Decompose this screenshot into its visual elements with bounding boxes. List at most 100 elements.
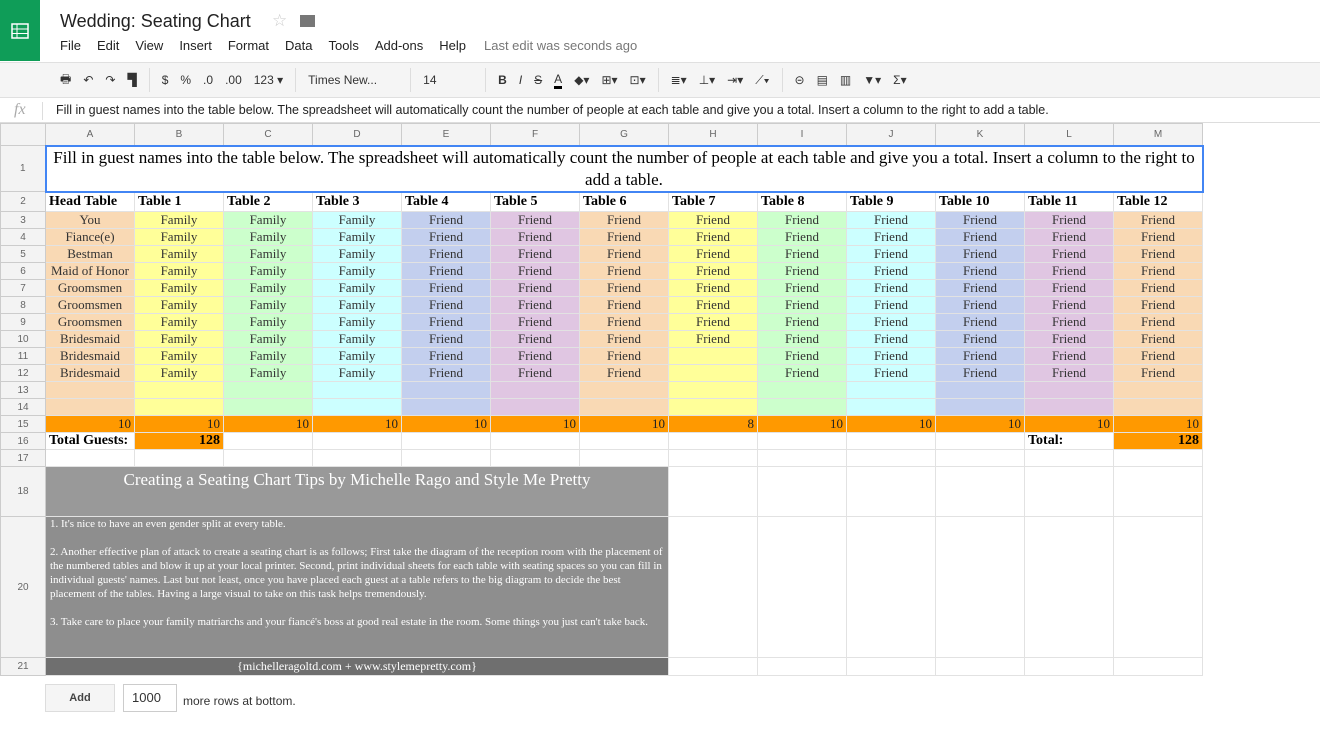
guest-cell[interactable] (668, 347, 758, 365)
guest-cell[interactable]: You (45, 211, 135, 229)
column-header-H[interactable]: H (668, 123, 758, 146)
guest-cell[interactable]: Family (223, 262, 313, 280)
italic-icon[interactable]: I (519, 73, 522, 87)
guest-cell[interactable] (401, 381, 491, 399)
row-header-18[interactable]: 18 (0, 466, 46, 517)
guest-cell[interactable]: Friend (935, 279, 1025, 297)
guest-cell[interactable]: Family (134, 245, 224, 263)
guest-cell[interactable] (935, 381, 1025, 399)
undo-icon[interactable]: ↶ (83, 73, 93, 87)
guest-cell[interactable]: Groomsmen (45, 296, 135, 314)
column-header-F[interactable]: F (490, 123, 580, 146)
empty-cell[interactable] (846, 657, 936, 676)
guest-cell[interactable] (45, 381, 135, 399)
guest-cell[interactable]: Friend (490, 296, 580, 314)
menu-format[interactable]: Format (228, 38, 269, 53)
comment-icon[interactable]: ▤ (817, 73, 828, 87)
column-header-J[interactable]: J (846, 123, 936, 146)
empty-cell[interactable] (312, 449, 402, 467)
empty-cell[interactable] (1113, 449, 1203, 467)
table-header[interactable]: Table 11 (1024, 191, 1114, 212)
menu-help[interactable]: Help (439, 38, 466, 53)
guest-cell[interactable]: Family (134, 279, 224, 297)
column-header-K[interactable]: K (935, 123, 1025, 146)
guest-cell[interactable]: Friend (1113, 262, 1203, 280)
guest-cell[interactable] (1113, 381, 1203, 399)
guest-cell[interactable]: Friend (579, 228, 669, 246)
column-header-E[interactable]: E (401, 123, 491, 146)
guest-cell[interactable]: Friend (401, 228, 491, 246)
guest-cell[interactable]: Friend (846, 211, 936, 229)
empty-cell[interactable] (935, 516, 1025, 658)
document-title[interactable]: Wedding: Seating Chart (60, 11, 251, 32)
guest-cell[interactable]: Family (312, 330, 402, 348)
row-header-10[interactable]: 10 (0, 330, 46, 348)
sheets-logo-icon[interactable] (0, 0, 40, 61)
column-header-L[interactable]: L (1024, 123, 1114, 146)
empty-cell[interactable] (935, 432, 1025, 450)
guest-cell[interactable]: Friend (401, 364, 491, 382)
total-guests-value[interactable]: 128 (134, 432, 224, 450)
guest-cell[interactable]: Fiance(e) (45, 228, 135, 246)
total-value[interactable]: 128 (1113, 432, 1203, 450)
guest-cell[interactable]: Maid of Honor (45, 262, 135, 280)
table-count-cell[interactable]: 10 (134, 415, 224, 433)
guest-cell[interactable]: Friend (668, 296, 758, 314)
guest-cell[interactable]: Friend (935, 245, 1025, 263)
borders-icon[interactable]: ⊞▾ (601, 73, 617, 87)
guest-cell[interactable]: Friend (935, 364, 1025, 382)
guest-cell[interactable]: Friend (668, 262, 758, 280)
guest-cell[interactable]: Groomsmen (45, 279, 135, 297)
empty-cell[interactable] (312, 432, 402, 450)
empty-cell[interactable] (846, 449, 936, 467)
horizontal-align-icon[interactable]: ≣▾ (671, 73, 687, 87)
guest-cell[interactable] (490, 381, 580, 399)
table-header[interactable]: Table 2 (223, 191, 313, 212)
table-count-cell[interactable]: 10 (490, 415, 580, 433)
table-count-cell[interactable]: 10 (1024, 415, 1114, 433)
empty-cell[interactable] (935, 449, 1025, 467)
guest-cell[interactable]: Friend (490, 364, 580, 382)
empty-cell[interactable] (757, 466, 847, 517)
table-header[interactable]: Table 12 (1113, 191, 1203, 212)
guest-cell[interactable] (1024, 381, 1114, 399)
guest-cell[interactable]: Friend (1024, 228, 1114, 246)
guest-cell[interactable]: Friend (846, 330, 936, 348)
guest-cell[interactable]: Friend (846, 296, 936, 314)
guest-cell[interactable] (45, 398, 135, 416)
guest-cell[interactable] (846, 381, 936, 399)
guest-cell[interactable]: Friend (668, 330, 758, 348)
guest-cell[interactable]: Family (223, 245, 313, 263)
row-header-2[interactable]: 2 (0, 191, 46, 212)
empty-cell[interactable] (490, 449, 580, 467)
guest-cell[interactable]: Friend (1024, 279, 1114, 297)
empty-cell[interactable] (668, 466, 758, 517)
guest-cell[interactable]: Friend (490, 330, 580, 348)
row-header-12[interactable]: 12 (0, 364, 46, 382)
guest-cell[interactable]: Family (312, 364, 402, 382)
empty-cell[interactable] (134, 449, 224, 467)
empty-cell[interactable] (757, 516, 847, 658)
empty-cell[interactable] (1113, 466, 1203, 517)
guest-cell[interactable]: Friend (1024, 364, 1114, 382)
guest-cell[interactable]: Family (312, 228, 402, 246)
guest-cell[interactable]: Friend (579, 211, 669, 229)
guest-cell[interactable] (312, 381, 402, 399)
text-wrap-icon[interactable]: ⇥▾ (727, 73, 743, 87)
guest-cell[interactable] (1113, 398, 1203, 416)
guest-cell[interactable]: Family (312, 211, 402, 229)
column-header-A[interactable]: A (45, 123, 135, 146)
print-icon[interactable]: 🖶 (60, 70, 71, 91)
guest-cell[interactable]: Family (223, 296, 313, 314)
row-header-21[interactable]: 21 (0, 657, 46, 676)
guest-cell[interactable] (312, 398, 402, 416)
text-color-icon[interactable]: A (554, 72, 563, 89)
empty-cell[interactable] (223, 432, 313, 450)
empty-cell[interactable] (668, 516, 758, 658)
font-select[interactable]: Times New... (308, 73, 398, 87)
merge-cells-icon[interactable]: ⊡▾ (630, 73, 646, 87)
guest-cell[interactable]: Family (134, 347, 224, 365)
empty-cell[interactable] (490, 432, 580, 450)
guest-cell[interactable] (223, 398, 313, 416)
empty-cell[interactable] (935, 657, 1025, 676)
